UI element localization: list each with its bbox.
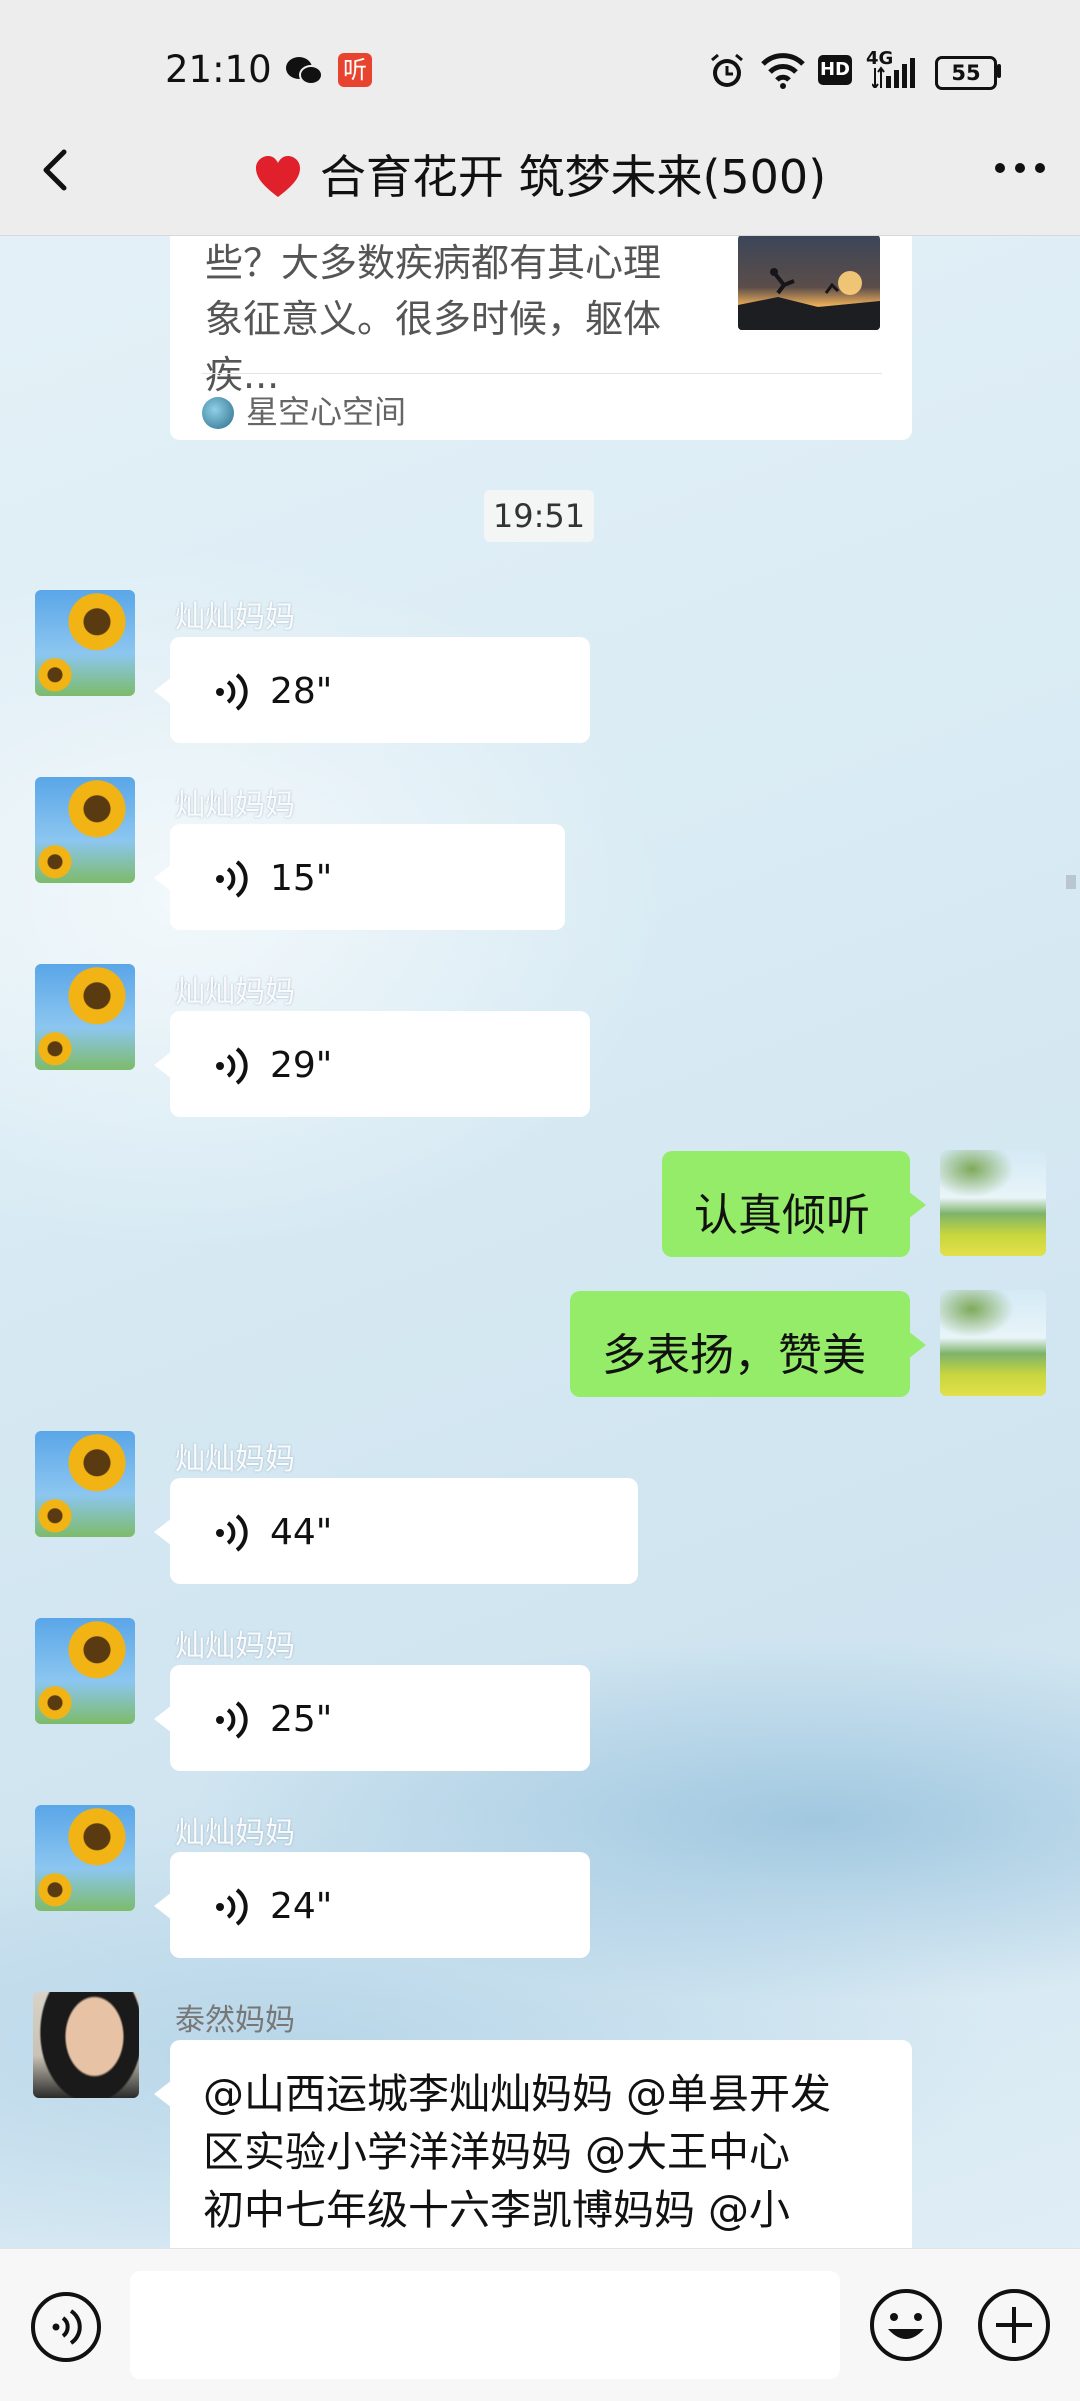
battery-level: 55 [951,61,981,85]
hd-label: HD [819,59,850,80]
voice-message[interactable]: 24" [154,1852,590,1958]
voice-message[interactable]: 44" [154,1478,638,1584]
sender-name: 灿灿妈妈 [175,788,295,823]
source-name: 星空心空间 [246,393,407,431]
alarm-icon [711,53,743,87]
sender-name: 灿灿妈妈 [175,1629,295,1664]
message-text: 多表扬，赞美 [602,1330,866,1381]
voice-wave-icon [216,1888,248,1926]
voice-message[interactable]: 25" [154,1665,590,1771]
voice-duration: 24" [270,1886,333,1927]
avatar[interactable] [33,1992,139,2098]
avatar[interactable] [35,1805,135,1911]
message-text: @山西运城李灿灿妈妈 @单县开发 区实验小学洋洋妈妈 @大王中心 初中七年级十六… [203,2070,832,2234]
avatar[interactable] [35,964,135,1070]
chat-header: 合育花开 筑梦未来(500) [0,105,1080,236]
voice-message[interactable]: 15" [154,824,565,930]
message-timestamp: 19:51 [484,490,594,542]
article-source[interactable]: 星空心空间 [202,387,406,433]
signal-icon [872,58,915,88]
sender-name: 灿灿妈妈 [175,975,295,1010]
voice-message[interactable]: 29" [154,1011,590,1117]
sender-name: 灿灿妈妈 [175,1442,295,1477]
more-functions-plus-icon[interactable] [976,2287,1052,2363]
voice-wave-icon [216,1514,248,1552]
listen-app-notification-icon: 听 [338,53,372,87]
heart-icon [255,156,300,197]
emoji-button-icon[interactable] [868,2287,944,2363]
voice-duration: 25" [270,1699,333,1740]
input-bar [0,2248,1080,2401]
voice-input-button-icon[interactable] [30,2291,102,2363]
sent-text-message[interactable]: 认真倾听 [662,1151,926,1257]
avatar[interactable] [35,1618,135,1724]
message-text: 认真倾听 [694,1190,870,1241]
card-divider [202,373,882,374]
sent-text-message[interactable]: 多表扬，赞美 [570,1291,926,1397]
avatar[interactable] [35,590,135,696]
avatar[interactable] [35,1431,135,1537]
battery-icon: 55 [935,56,997,90]
voice-wave-icon [216,673,248,711]
my-avatar[interactable] [940,1150,1046,1256]
wifi-icon [761,53,805,89]
message-input[interactable] [130,2271,840,2379]
more-options-icon[interactable] [990,153,1050,183]
sender-name: 泰然妈妈 [175,2003,295,2038]
article-excerpt: 些？大多数疾病都有其心理象征意义。很多时候，躯体疾... [205,241,662,397]
listen-app-badge: 听 [343,56,367,84]
voice-duration: 29" [270,1045,333,1086]
chat-title[interactable]: 合育花开 筑梦未来(500) [0,141,1080,207]
avatar[interactable] [35,777,135,883]
voice-duration: 44" [270,1512,333,1553]
battery-tip [997,64,1001,78]
source-logo-icon [202,397,234,429]
hd-icon: HD [818,55,852,85]
voice-message[interactable]: 28" [154,637,590,743]
voice-wave-icon [216,1701,248,1739]
voice-duration: 28" [270,671,333,712]
voice-duration: 15" [270,858,333,899]
article-thumbnail [738,235,880,330]
chat-title-text: 合育花开 筑梦未来(500) [319,150,827,204]
sender-name: 灿灿妈妈 [175,1816,295,1851]
my-avatar[interactable] [940,1290,1046,1396]
clock: 21:10 [165,48,272,91]
scroll-indicator[interactable] [1066,875,1076,889]
voice-wave-icon [216,1047,248,1085]
sender-name: 灿灿妈妈 [175,600,295,635]
wechat-notification-icon [286,57,323,85]
voice-wave-icon [216,860,248,898]
